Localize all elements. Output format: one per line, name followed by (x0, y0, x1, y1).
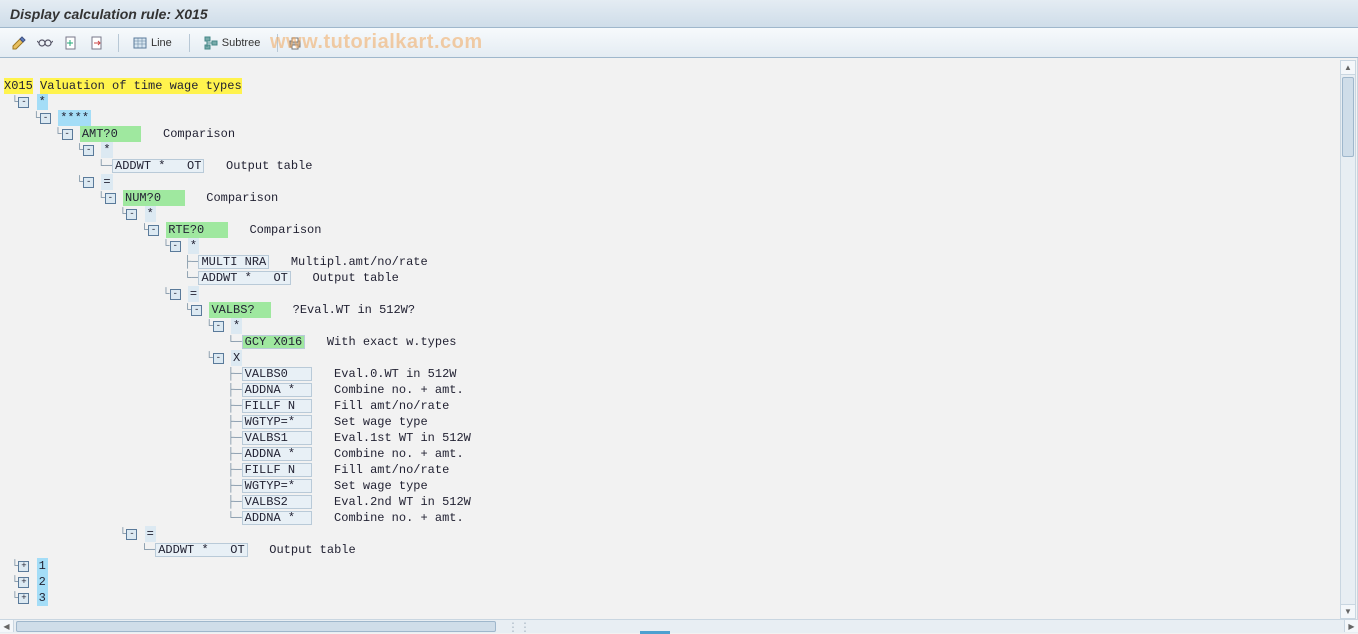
expanded-icon[interactable]: - (213, 353, 224, 364)
tree-node[interactable]: └- AMT?0 Comparison (4, 126, 1337, 142)
title-bar: Display calculation rule: X015 (0, 0, 1358, 28)
separator (277, 34, 278, 52)
tree-leaf[interactable]: ├─ADDNA * Combine no. + amt. (4, 382, 1337, 398)
expanded-icon[interactable]: - (83, 177, 94, 188)
subtree-button[interactable]: Subtree (196, 32, 268, 54)
scroll-left-icon[interactable]: ◀ (0, 620, 14, 632)
tree-node[interactable]: └- = (4, 526, 1337, 542)
edit-icon[interactable] (8, 32, 30, 54)
tree-node[interactable]: └- * (4, 94, 1337, 110)
subtree-label: Subtree (222, 37, 261, 49)
tree-leaf[interactable]: ├─FILLF N Fill amt/no/rate (4, 398, 1337, 414)
tree-node[interactable]: └- = (4, 174, 1337, 190)
tree-leaf[interactable]: ├─FILLF N Fill amt/no/rate (4, 462, 1337, 478)
expanded-icon[interactable]: - (40, 113, 51, 124)
tree-node[interactable]: └- * (4, 238, 1337, 254)
tree-node[interactable]: └- VALBS? ?Eval.WT in 512W? (4, 302, 1337, 318)
tree-node[interactable]: └- * (4, 206, 1337, 222)
separator (118, 34, 119, 52)
scroll-right-icon[interactable]: ▶ (1344, 620, 1358, 632)
tree-leaf[interactable]: ├─VALBS0 Eval.0.WT in 512W (4, 366, 1337, 382)
tree-leaf[interactable]: ├─VALBS2 Eval.2nd WT in 512W (4, 494, 1337, 510)
tree-root[interactable]: X015 Valuation of time wage types (4, 78, 1337, 94)
scroll-thumb[interactable] (1342, 77, 1354, 157)
tree-leaf[interactable]: ├─WGTYP=* Set wage type (4, 414, 1337, 430)
rule-tree[interactable]: X015 Valuation of time wage types └- * └… (4, 78, 1337, 619)
tree-node[interactable]: └- NUM?0 Comparison (4, 190, 1337, 206)
expanded-icon[interactable]: - (126, 529, 137, 540)
tree-leaf[interactable]: ├─ADDNA * Combine no. + amt. (4, 446, 1337, 462)
collapsed-icon[interactable]: + (18, 593, 29, 604)
print-icon[interactable] (284, 32, 306, 54)
expanded-icon[interactable]: - (18, 97, 29, 108)
expanded-icon[interactable]: - (83, 145, 94, 156)
vertical-scrollbar[interactable]: ▲ ▼ (1340, 60, 1356, 619)
tree-leaf[interactable]: ├─MULTI NRA Multipl.amt/no/rate (4, 254, 1337, 270)
tree-leaf[interactable]: └─ADDWT * OT Output table (4, 542, 1337, 558)
expanded-icon[interactable]: - (105, 193, 116, 204)
create-icon[interactable] (60, 32, 82, 54)
tree-leaf[interactable]: ├─WGTYP=* Set wage type (4, 478, 1337, 494)
scroll-down-icon[interactable]: ▼ (1341, 604, 1355, 618)
tree-leaf[interactable]: └─ADDNA * Combine no. + amt. (4, 510, 1337, 526)
tree-leaf[interactable]: └─GCY X016 With exact w.types (4, 334, 1337, 350)
tree-leaf[interactable]: └─ADDWT * OT Output table (4, 270, 1337, 286)
tree-leaf[interactable]: ├─VALBS1 Eval.1st WT in 512W (4, 430, 1337, 446)
scroll-thumb-h[interactable] (16, 621, 496, 632)
tree-node[interactable]: └+ 2 (4, 574, 1337, 590)
collapsed-icon[interactable]: + (18, 577, 29, 588)
tree-node[interactable]: └- **** (4, 110, 1337, 126)
display-icon[interactable] (34, 32, 56, 54)
tree-node[interactable]: └- = (4, 286, 1337, 302)
content-area: X015 Valuation of time wage types └- * └… (0, 58, 1358, 619)
tree-node[interactable]: └+ 1 (4, 558, 1337, 574)
expanded-icon[interactable]: - (148, 225, 159, 236)
copy-icon[interactable] (86, 32, 108, 54)
line-label: Line (151, 37, 172, 49)
tree-node[interactable]: └+ 3 (4, 590, 1337, 606)
scroll-up-icon[interactable]: ▲ (1341, 61, 1355, 75)
tree-node[interactable]: └- RTE?0 Comparison (4, 222, 1337, 238)
expanded-icon[interactable]: - (170, 289, 181, 300)
expanded-icon[interactable]: - (126, 209, 137, 220)
tree-node[interactable]: └- X (4, 350, 1337, 366)
toolbar: Line Subtree www.tutorialkart.com (0, 28, 1358, 58)
collapsed-icon[interactable]: + (18, 561, 29, 572)
expanded-icon[interactable]: - (62, 129, 73, 140)
horizontal-scrollbar[interactable]: ◀ ⋮⋮ ▶ (0, 619, 1358, 633)
tree-leaf[interactable]: └─ADDWT * OT Output table (4, 158, 1337, 174)
window-title: Display calculation rule: X015 (10, 6, 208, 22)
line-button[interactable]: Line (125, 32, 179, 54)
tree-node[interactable]: └- * (4, 318, 1337, 334)
expanded-icon[interactable]: - (170, 241, 181, 252)
scroll-grip[interactable]: ⋮⋮ (504, 622, 534, 631)
expanded-icon[interactable]: - (191, 305, 202, 316)
separator (189, 34, 190, 52)
tree-node[interactable]: └- * (4, 142, 1337, 158)
expanded-icon[interactable]: - (213, 321, 224, 332)
